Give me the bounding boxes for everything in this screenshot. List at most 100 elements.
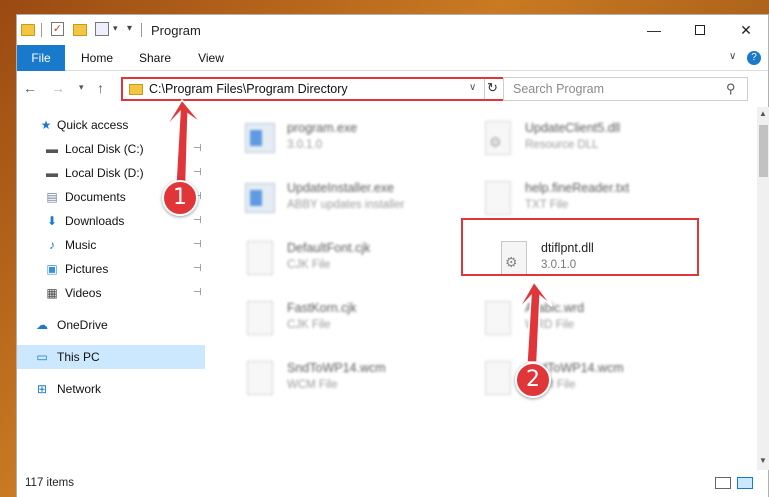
file-item-fastkorn-cjk[interactable]: FastKorn.cjk CJK File — [243, 295, 473, 345]
file-item-sndtowp14-wcm[interactable]: SndToWP14.wcm WCM File — [243, 355, 473, 405]
sidebar-item-label: Videos — [65, 286, 102, 300]
highlight-box-dll — [461, 218, 699, 276]
maximize-icon — [695, 25, 705, 35]
large-icons-view-icon[interactable] — [737, 477, 753, 489]
scroll-thumb[interactable] — [759, 125, 768, 177]
vertical-scrollbar[interactable]: ▲ ▼ — [757, 107, 769, 470]
customize-toolbar-icon[interactable]: ▾ — [127, 23, 132, 39]
pin-icon[interactable]: ⊣ — [193, 161, 202, 185]
file-item-arabic-wrd[interactable]: Arabic.wrd WRD File — [481, 295, 711, 345]
tab-share[interactable]: Share — [133, 45, 177, 71]
pictures-icon: ▣ — [46, 262, 58, 276]
properties-icon[interactable] — [95, 22, 109, 36]
sidebar-item-quick-access[interactable]: ★ Quick access — [17, 113, 205, 137]
sidebar-item-label: Music — [65, 238, 97, 252]
file-name: SndToWP14.wcm — [287, 361, 386, 375]
navigation-bar: ← → ▾ ↑ C:\Program Files\Program Directo… — [17, 72, 768, 106]
network-icon: ⊞ — [36, 382, 48, 396]
sidebar-item-label: Quick access — [57, 118, 129, 132]
file-item-defaultfont-cjk[interactable]: DefaultFont.cjk CJK File — [243, 235, 473, 285]
installer-icon — [243, 179, 277, 219]
scroll-down-icon[interactable]: ▼ — [759, 456, 767, 465]
maximize-button[interactable] — [677, 15, 723, 45]
sidebar-item-label: Network — [57, 382, 102, 396]
file-icon — [243, 239, 277, 279]
file-subtitle: 3.0.1.0 — [287, 139, 323, 151]
address-bar[interactable]: C:\Program Files\Program Directory ∨ ↻ — [121, 77, 506, 101]
new-folder-icon[interactable] — [73, 24, 87, 36]
music-icon: ♪ — [49, 238, 55, 252]
properties-check-icon[interactable]: ✓ — [51, 22, 64, 36]
sidebar-item-music[interactable]: ♪ Music ⊣ — [17, 233, 205, 257]
file-subtitle: TXT File — [525, 199, 569, 211]
status-bar: 117 items — [17, 470, 768, 497]
file-item-updateclient5-dll[interactable]: UpdateClient5.dll Resource DLL — [481, 115, 711, 165]
sidebar-item-label: Pictures — [65, 262, 109, 276]
toolbar-separator — [141, 23, 142, 37]
drive-icon: ▬ — [46, 166, 58, 180]
file-icon — [243, 299, 277, 339]
sidebar-item-label: Local Disk (C:) — [65, 142, 144, 156]
search-placeholder: Search Program — [513, 82, 605, 96]
file-subtitle: WCM File — [287, 379, 338, 391]
scroll-up-icon[interactable]: ▲ — [759, 109, 767, 118]
dll-icon — [481, 119, 515, 159]
pin-icon[interactable]: ⊣ — [193, 257, 202, 281]
pin-icon[interactable]: ⊣ — [193, 233, 202, 257]
file-subtitle: CJK File — [287, 319, 331, 331]
documents-icon: ▤ — [46, 190, 58, 204]
pin-icon[interactable]: ⊣ — [193, 137, 202, 161]
tab-view[interactable]: View — [189, 45, 233, 71]
sidebar-item-local-disk-c[interactable]: ▬ Local Disk (C:) ⊣ — [17, 137, 205, 161]
download-icon: ⬇ — [46, 214, 58, 228]
file-icon — [481, 359, 515, 399]
minimize-button[interactable]: — — [631, 15, 677, 45]
address-separator — [484, 79, 485, 99]
folder-icon — [129, 84, 143, 95]
drive-icon: ▬ — [46, 142, 58, 156]
search-input[interactable]: Search Program ⚲ — [503, 77, 748, 101]
sidebar-item-onedrive[interactable]: ☁ OneDrive — [17, 313, 205, 337]
pin-icon[interactable]: ⊣ — [193, 209, 202, 233]
close-button[interactable]: ✕ — [723, 15, 769, 45]
forward-button[interactable]: → — [51, 80, 65, 96]
sidebar-item-label: This PC — [57, 350, 100, 364]
file-name: UpdateClient5.dll — [525, 121, 621, 135]
file-subtitle: CJK File — [287, 259, 331, 271]
item-count: 117 items — [25, 477, 75, 489]
toolbar-separator — [41, 23, 42, 37]
title-bar: ✓ ▾ ▾ Program — ✕ — [17, 15, 768, 45]
file-icon — [481, 299, 515, 339]
tab-file[interactable]: File — [17, 45, 65, 71]
up-button[interactable]: ↑ — [97, 80, 104, 96]
address-dropdown-icon[interactable]: ∨ — [469, 82, 476, 93]
folder-icon — [21, 24, 35, 36]
cloud-icon: ☁ — [36, 318, 48, 332]
back-button[interactable]: ← — [23, 80, 37, 96]
file-item-updateinstaller-exe[interactable]: UpdateInstaller.exe ABBY updates install… — [243, 175, 473, 225]
txt-icon — [481, 179, 515, 219]
file-name: FastKorn.cjk — [287, 301, 357, 315]
file-item-program-exe[interactable]: program.exe 3.0.1.0 — [243, 115, 473, 165]
step-1-badge: 1 — [162, 180, 198, 216]
sidebar-item-label: Documents — [65, 190, 126, 204]
refresh-icon[interactable]: ↻ — [487, 80, 498, 96]
sidebar-item-this-pc[interactable]: ▭ This PC — [17, 345, 205, 369]
pin-icon[interactable]: ⊣ — [193, 281, 202, 305]
help-icon[interactable]: ? — [747, 51, 761, 65]
computer-icon: ▭ — [36, 350, 48, 364]
file-name: Arabic.wrd — [525, 301, 585, 315]
details-view-icon[interactable] — [715, 477, 731, 489]
tab-home[interactable]: Home — [75, 45, 119, 71]
navigation-pane: ★ Quick access ▬ Local Disk (C:) ⊣ ▬ Loc… — [17, 107, 205, 470]
sidebar-item-label: Local Disk (D:) — [65, 166, 144, 180]
sidebar-item-network[interactable]: ⊞ Network — [17, 377, 205, 401]
search-icon[interactable]: ⚲ — [726, 81, 736, 97]
ribbon-expand-icon[interactable]: ∨ — [729, 51, 736, 62]
address-path[interactable]: C:\Program Files\Program Directory — [149, 82, 348, 96]
sidebar-item-pictures[interactable]: ▣ Pictures ⊣ — [17, 257, 205, 281]
file-list: program.exe 3.0.1.0 UpdateClient5.dll Re… — [205, 107, 755, 470]
recent-locations-button[interactable]: ▾ — [79, 82, 84, 93]
chevron-down-icon[interactable]: ▾ — [113, 23, 118, 39]
sidebar-item-videos[interactable]: ▦ Videos ⊣ — [17, 281, 205, 305]
